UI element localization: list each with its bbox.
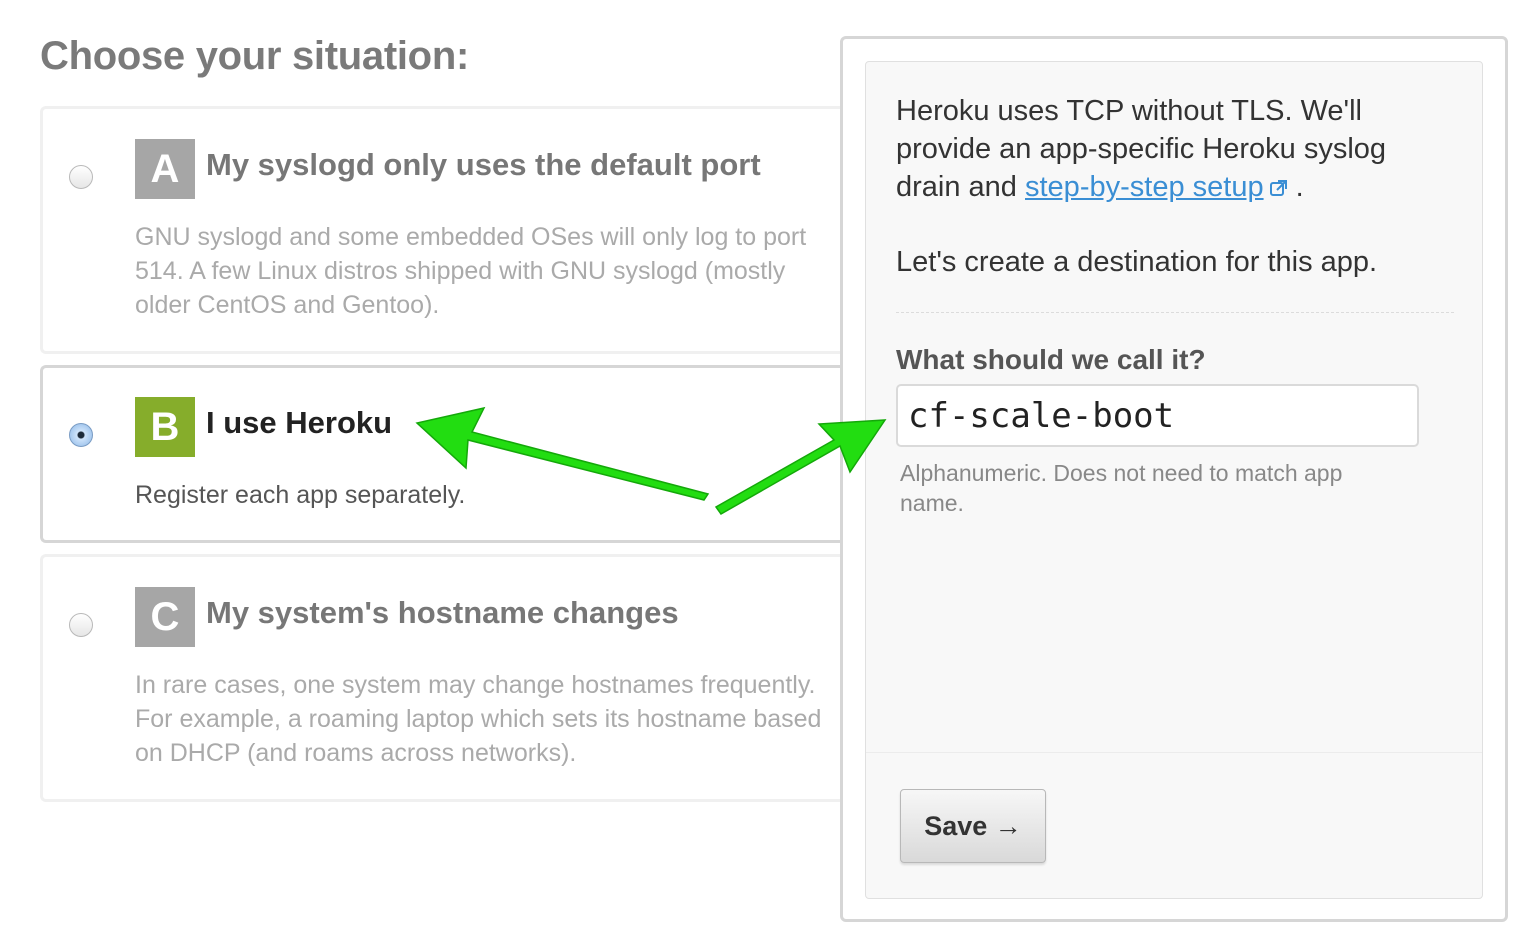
option-a-radio[interactable] (69, 165, 93, 189)
heroku-intro-text: Heroku uses TCP without TLS. We'll provi… (896, 92, 1456, 207)
panel-footer: Save → (866, 752, 1482, 898)
option-a-title: My syslogd only uses the default port (206, 147, 761, 182)
page-heading: Choose your situation: (40, 34, 469, 78)
panel-inner: Heroku uses TCP without TLS. We'll provi… (865, 61, 1483, 899)
save-button[interactable]: Save → (900, 789, 1046, 863)
divider (896, 312, 1454, 313)
name-field-hint: Alphanumeric. Does not need to match app… (900, 460, 1343, 516)
option-b-badge: B (135, 397, 195, 457)
destination-name-input[interactable] (896, 384, 1419, 447)
option-c-title: My system's hostname changes (206, 595, 679, 630)
name-field-label: What should we call it? (896, 344, 1206, 375)
option-b-card[interactable]: B I use Heroku Register each app separat… (40, 365, 860, 543)
option-b-description: Register each app separately. (135, 481, 466, 509)
option-c-radio[interactable] (69, 613, 93, 637)
option-b-title: I use Heroku (206, 405, 393, 440)
option-c-description: In rare cases, one system may change hos… (135, 671, 822, 767)
option-a-description: GNU syslogd and some embedded OSes will … (135, 223, 807, 319)
option-b-radio[interactable] (69, 423, 93, 447)
option-a-badge: A (135, 139, 195, 199)
create-destination-text: Let's create a destination for this app. (896, 246, 1378, 278)
option-c-badge: C (135, 587, 195, 647)
external-link-icon[interactable] (1269, 169, 1288, 207)
option-c-card[interactable]: C My system's hostname changes In rare c… (40, 554, 860, 802)
option-a-card[interactable]: A My syslogd only uses the default port … (40, 106, 860, 354)
heroku-setup-panel: Heroku uses TCP without TLS. We'll provi… (840, 36, 1508, 922)
intro-text-end: . (1287, 171, 1304, 203)
step-by-step-setup-link[interactable]: step-by-step setup (1025, 171, 1264, 203)
